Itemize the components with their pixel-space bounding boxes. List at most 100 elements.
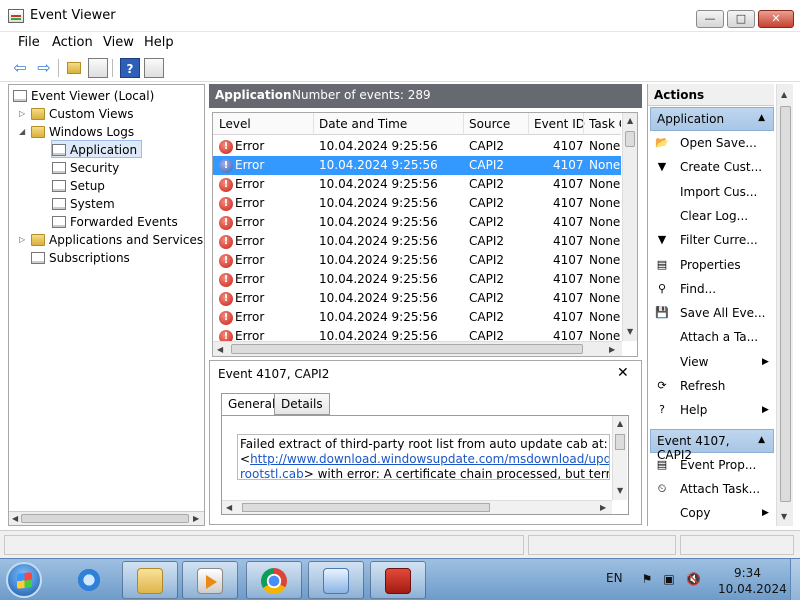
message-horizontal-scrollbar[interactable]: ◀ ▶ <box>222 500 612 514</box>
clock-date[interactable]: 10.04.2024 <box>718 582 787 596</box>
table-row[interactable]: ! Error 10.04.2024 9:25:56 CAPI2 4107 None <box>213 175 621 194</box>
action-item[interactable]: ⏲ Attach Task... <box>650 478 774 500</box>
tree-item-applications-and-services[interactable]: Applications and Services Lo <box>31 231 204 249</box>
table-row[interactable]: ! Error 10.04.2024 9:25:56 CAPI2 4107 None <box>213 289 621 308</box>
scrollbar-thumb[interactable] <box>625 131 635 147</box>
tree-item-setup[interactable]: Setup <box>52 177 105 195</box>
update-url-link[interactable]: http://www.download.windowsupdate.com/ms… <box>250 452 609 466</box>
tree-root[interactable]: Event Viewer (Local) <box>13 87 154 105</box>
scroll-left-arrow-icon[interactable]: ◀ <box>226 503 232 512</box>
tree-item-security[interactable]: Security <box>52 159 119 177</box>
scroll-up-arrow-icon[interactable]: ▲ <box>627 116 633 125</box>
column-source[interactable]: Source <box>469 117 510 131</box>
column-level[interactable]: Level <box>219 117 251 131</box>
tab-details[interactable]: Details <box>274 393 330 415</box>
rootstl-link[interactable]: rootstl.cab <box>240 467 304 479</box>
network-icon[interactable]: ▣ <box>662 572 676 586</box>
show-desktop-button[interactable] <box>790 559 800 600</box>
scroll-left-arrow-icon[interactable]: ◀ <box>12 514 18 523</box>
table-row[interactable]: ! Error 10.04.2024 9:25:56 CAPI2 4107 None <box>213 270 621 289</box>
table-row[interactable]: ! Error 10.04.2024 9:25:56 CAPI2 4107 None <box>213 194 621 213</box>
action-item[interactable]: ▤ Properties <box>650 254 774 276</box>
tree-item-system[interactable]: System <box>52 195 115 213</box>
expand-arrow-icon[interactable]: ▷ <box>19 109 29 118</box>
tree-item-custom-views[interactable]: Custom Views <box>31 105 134 123</box>
scroll-right-arrow-icon[interactable]: ▶ <box>193 514 199 523</box>
event-message[interactable]: Failed extract of third-party root list … <box>237 434 610 480</box>
action-item[interactable]: ⟳ Refresh <box>650 375 774 397</box>
column-date-time[interactable]: Date and Time <box>319 117 407 131</box>
table-row[interactable]: ! Error 10.04.2024 9:25:56 CAPI2 4107 None <box>213 156 621 175</box>
action-item[interactable]: View ▶ <box>650 351 774 373</box>
forward-arrow-icon[interactable]: ⇨ <box>34 58 54 78</box>
close-icon[interactable]: ✕ <box>617 365 629 381</box>
action-item[interactable]: 📂 Open Save... <box>650 132 774 154</box>
taskbar-media-player[interactable] <box>182 561 238 599</box>
events-vertical-scrollbar[interactable]: ▲ ▼ <box>622 113 637 341</box>
table-row[interactable]: ! Error 10.04.2024 9:25:56 CAPI2 4107 None <box>213 137 621 156</box>
action-item[interactable]: Import Cus... <box>650 181 774 203</box>
actions-vertical-scrollbar[interactable]: ▲ ▼ <box>776 84 793 526</box>
table-row[interactable]: ! Error 10.04.2024 9:25:56 CAPI2 4107 None <box>213 251 621 270</box>
taskbar-toolbox[interactable] <box>370 561 426 599</box>
flag-icon[interactable]: ⚑ <box>640 572 654 586</box>
start-button[interactable] <box>6 562 42 598</box>
table-row[interactable]: ! Error 10.04.2024 9:25:56 CAPI2 4107 None <box>213 308 621 327</box>
menu-action[interactable]: Action <box>52 35 93 50</box>
scroll-down-arrow-icon[interactable]: ▼ <box>781 512 787 521</box>
action-item[interactable]: Clear Log... <box>650 205 774 227</box>
minimize-button[interactable]: — <box>696 10 724 28</box>
menu-view[interactable]: View <box>103 35 134 50</box>
scroll-down-arrow-icon[interactable]: ▼ <box>627 327 633 336</box>
events-horizontal-scrollbar[interactable]: ◀ ▶ <box>213 341 622 356</box>
action-item[interactable]: ▼ Filter Curre... <box>650 229 774 251</box>
column-separator[interactable] <box>463 113 464 135</box>
close-button[interactable]: ✕ <box>758 10 794 28</box>
help-icon[interactable]: ? <box>120 58 140 78</box>
back-arrow-icon[interactable]: ⇦ <box>10 58 30 78</box>
column-task-category[interactable]: Task C <box>589 117 621 131</box>
scroll-right-arrow-icon[interactable]: ▶ <box>600 503 606 512</box>
actions-section-event[interactable]: Event 4107, CAPI2 ▲ <box>650 429 774 462</box>
column-separator[interactable] <box>313 113 314 135</box>
scroll-up-arrow-icon[interactable]: ▲ <box>617 419 623 428</box>
scroll-right-arrow-icon[interactable]: ▶ <box>609 345 615 354</box>
up-folder-icon[interactable] <box>64 58 84 78</box>
collapse-arrow-icon[interactable]: ▲ <box>758 435 765 445</box>
action-item[interactable]: ⚲ Find... <box>650 278 774 300</box>
taskbar-chrome[interactable] <box>246 561 302 599</box>
tree-item-application[interactable]: Application <box>51 140 143 158</box>
clock-time[interactable]: 9:34 <box>734 566 761 580</box>
action-item[interactable]: Attach a Ta... <box>650 326 774 348</box>
scrollbar-thumb[interactable] <box>780 106 791 502</box>
menu-file[interactable]: File <box>18 35 40 50</box>
actions-section-application[interactable]: Application ▲ <box>650 107 774 131</box>
table-row[interactable]: ! Error 10.04.2024 9:25:56 CAPI2 4107 None <box>213 232 621 251</box>
volume-muted-icon[interactable]: 🔇 <box>686 572 701 586</box>
scrollbar-thumb[interactable] <box>21 514 189 523</box>
scroll-left-arrow-icon[interactable]: ◀ <box>217 345 223 354</box>
expand-arrow-icon[interactable]: ▷ <box>19 235 29 244</box>
collapse-arrow-icon[interactable]: ◢ <box>19 127 29 136</box>
action-item[interactable]: ▼ Create Cust... <box>650 156 774 178</box>
collapse-arrow-icon[interactable]: ▲ <box>758 113 765 123</box>
scrollbar-thumb[interactable] <box>615 434 625 450</box>
action-item[interactable]: ? Help ▶ <box>650 399 774 421</box>
tree-item-windows-logs[interactable]: Windows Logs <box>31 123 134 141</box>
show-hide-action-pane-icon[interactable] <box>144 58 164 78</box>
column-separator[interactable] <box>583 113 584 135</box>
tree-item-subscriptions[interactable]: Subscriptions <box>31 249 130 267</box>
column-event-id[interactable]: Event ID <box>534 117 585 131</box>
tree-item-forwarded-events[interactable]: Forwarded Events <box>52 213 178 231</box>
action-item[interactable]: 💾 Save All Eve... <box>650 302 774 324</box>
maximize-button[interactable]: □ <box>727 10 755 28</box>
tree-horizontal-scrollbar[interactable]: ◀ ▶ <box>9 511 204 525</box>
taskbar-event-viewer[interactable] <box>308 561 364 599</box>
scrollbar-thumb[interactable] <box>242 503 490 512</box>
taskbar-file-explorer[interactable] <box>122 561 178 599</box>
taskbar-internet-explorer[interactable] <box>62 561 118 599</box>
action-item[interactable]: ▤ Event Prop... <box>650 454 774 476</box>
action-item[interactable]: Copy ▶ <box>650 502 774 524</box>
message-vertical-scrollbar[interactable]: ▲ ▼ <box>612 416 627 500</box>
menu-help[interactable]: Help <box>144 35 174 50</box>
